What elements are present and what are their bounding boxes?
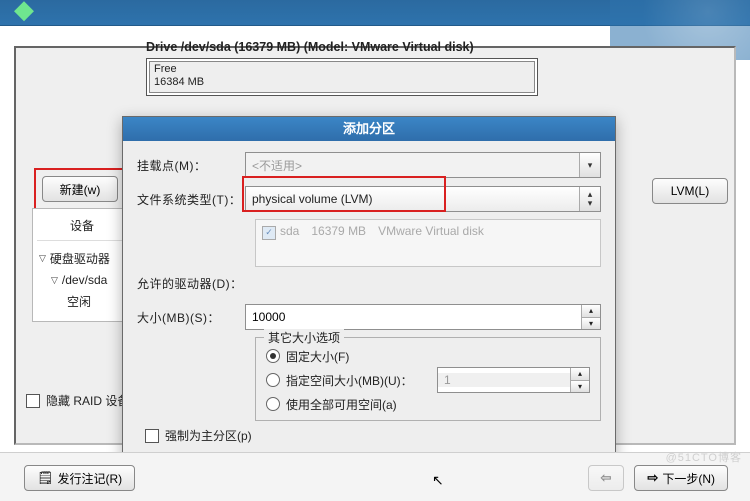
size-options-group: 其它大小选项 固定大小(F) 指定空间大小(MB)(U)： ▴▾ 使用全部可用空… — [255, 337, 601, 421]
opt-fixed-size[interactable]: 固定大小(F) — [266, 344, 590, 368]
dialog-title: 添加分区 — [123, 117, 615, 141]
group-title: 其它大小选项 — [264, 329, 344, 346]
dropdown-icon[interactable]: ▾ — [579, 153, 600, 177]
force-primary-checkbox[interactable]: 强制为主分区(p) — [145, 427, 601, 444]
device-sidebar: 设备 ▽硬盘驱动器 ▽/dev/sda 空闲 — [32, 208, 132, 322]
mount-point-combo[interactable]: <不适用> ▾ — [245, 152, 601, 178]
drive-map[interactable]: Free 16384 MB — [146, 58, 538, 96]
next-button[interactable]: ⇨ 下一步(N) — [634, 465, 728, 491]
mount-point-label: 挂载点(M)： — [137, 157, 245, 174]
add-partition-dialog: 添加分区 挂载点(M)： <不适用> ▾ 文件系统类型(T)： physical… — [122, 116, 616, 464]
radio-icon[interactable] — [266, 397, 280, 411]
size-label: 大小(MB)(S)： — [137, 309, 245, 326]
opt-use-all[interactable]: 使用全部可用空间(a) — [266, 392, 590, 416]
opt-fill-up-to[interactable]: 指定空间大小(MB)(U)： ▴▾ — [266, 368, 590, 392]
tree-free[interactable]: 空闲 — [37, 290, 127, 313]
expand-icon[interactable]: ▽ — [39, 253, 46, 264]
radio-icon[interactable] — [266, 373, 280, 387]
checkbox-icon[interactable] — [145, 429, 159, 443]
expand-icon[interactable]: ▽ — [51, 275, 58, 286]
fstype-value: physical volume (LVM) — [252, 192, 372, 206]
checkbox-icon[interactable]: ✓ — [262, 226, 276, 240]
sidebar-header: 设备 — [37, 217, 127, 241]
spin-up-icon: ▴ — [571, 368, 589, 380]
checkbox-icon[interactable] — [26, 394, 40, 408]
drive-free-region[interactable]: Free 16384 MB — [149, 61, 535, 93]
arrow-left-icon: ⇦ — [601, 470, 612, 486]
radio-icon[interactable] — [266, 349, 280, 363]
tree-dev-sda[interactable]: ▽/dev/sda — [37, 270, 127, 290]
release-notes-button[interactable]: 🗒 发行注记(R) — [24, 465, 135, 491]
arrow-right-icon: ⇨ — [647, 470, 658, 486]
footer-bar: 🗒 发行注记(R) ⇦ ⇨ 下一步(N) — [0, 452, 750, 501]
allowdrv-label: 允许的驱动器(D)： — [137, 275, 245, 292]
fill-size-spinner: ▴▾ — [437, 367, 590, 393]
size-input[interactable] — [246, 310, 600, 324]
free-size: 16384 MB — [154, 76, 530, 89]
lvm-button[interactable]: LVM(L) — [652, 178, 728, 204]
tree-harddrives[interactable]: ▽硬盘驱动器 — [37, 247, 127, 270]
new-button[interactable]: 新建(w) — [42, 176, 118, 202]
allowable-drives-list[interactable]: ✓sda 16379 MB VMware Virtual disk — [255, 219, 601, 267]
spin-up-icon[interactable]: ▴ — [582, 305, 600, 317]
size-spinner[interactable]: ▴▾ — [245, 304, 601, 330]
note-icon: 🗒 — [37, 470, 54, 486]
fill-size-input — [438, 373, 589, 387]
spin-down-icon: ▾ — [571, 380, 589, 393]
free-label: Free — [154, 63, 530, 76]
mount-point-value: <不适用> — [252, 157, 302, 174]
watermark: @51CTO博客 — [666, 449, 742, 465]
back-button[interactable]: ⇦ — [588, 465, 625, 491]
spin-down-icon[interactable]: ▾ — [582, 317, 600, 330]
drive-summary: Drive /dev/sda (16379 MB) (Model: VMware… — [146, 40, 646, 96]
drive-title: Drive /dev/sda (16379 MB) (Model: VMware… — [146, 40, 646, 54]
dropdown-icon[interactable]: ▴▾ — [579, 187, 600, 211]
logo-icon: ◆ — [14, 0, 34, 25]
fstype-label: 文件系统类型(T)： — [137, 191, 245, 208]
fstype-combo[interactable]: physical volume (LVM) ▴▾ — [245, 186, 601, 212]
